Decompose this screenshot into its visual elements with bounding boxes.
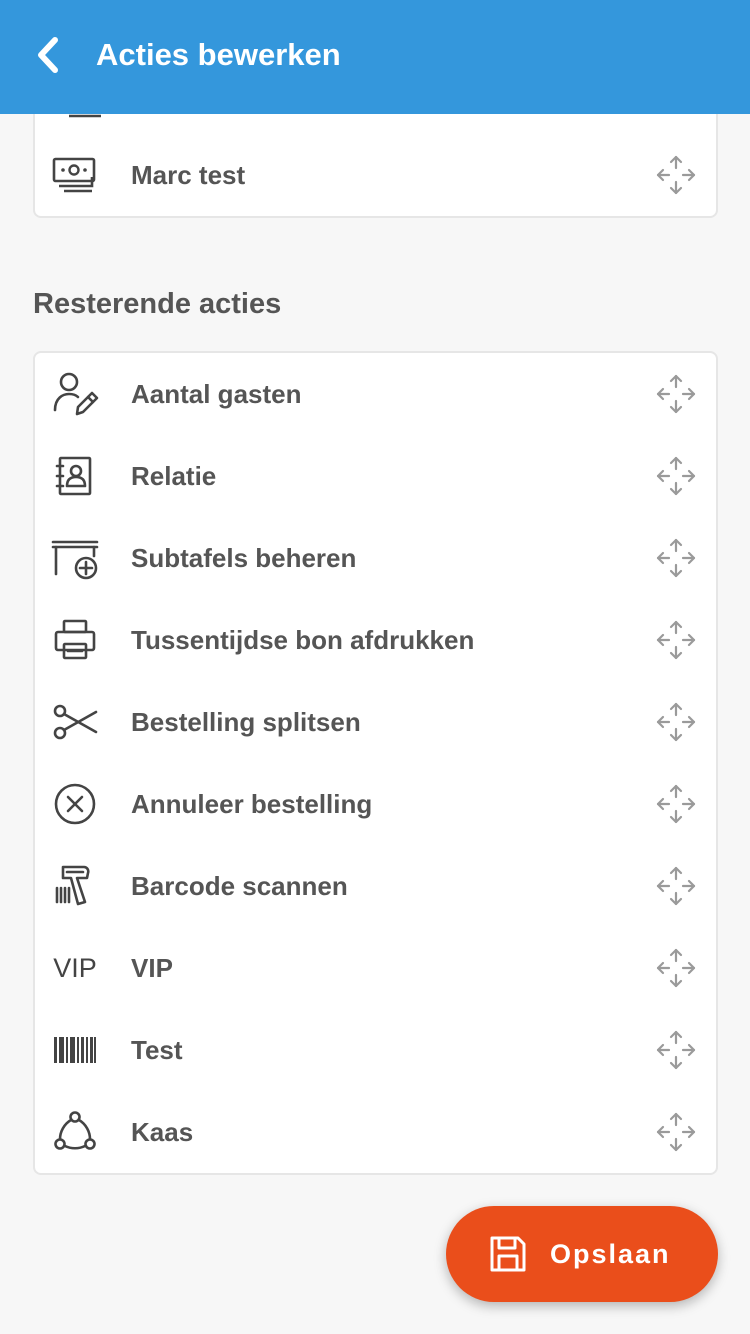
move-arrows-icon[interactable] (655, 619, 697, 661)
barcode-icon (51, 1026, 99, 1074)
list-item[interactable]: Subtafels beheren (35, 517, 716, 599)
list-item-label: Marc test (131, 160, 246, 190)
list-item-label: Tussentijdse bon afdrukken (131, 625, 475, 655)
list-item-label: Aantal gasten (131, 379, 302, 409)
list-item[interactable]: Kaas (35, 1091, 716, 1173)
top-app-bar: Acties bewerken (0, 0, 750, 114)
contact-book-icon (51, 452, 99, 500)
floppy-disk-icon (490, 1236, 526, 1272)
list-item[interactable]: Barcode scannen (35, 845, 716, 927)
move-arrows-icon[interactable] (655, 154, 697, 196)
move-arrows-icon[interactable] (655, 537, 697, 579)
list-item-label: Test (131, 1035, 183, 1065)
list-item[interactable]: Aantal gasten (35, 353, 716, 435)
save-button[interactable]: Opslaan (446, 1206, 718, 1302)
move-arrows-icon[interactable] (655, 783, 697, 825)
list-item-label: VIP (131, 953, 173, 983)
list-item[interactable]: VIP VIP (35, 927, 716, 1009)
list-item-label: Relatie (131, 461, 217, 491)
user-edit-icon (51, 370, 99, 418)
list-item-label: Barcode scannen (131, 871, 348, 901)
cancel-circle-icon (51, 780, 99, 828)
list-item-label: Kaas (131, 1117, 194, 1147)
move-arrows-icon[interactable] (655, 1111, 697, 1153)
move-arrows-icon[interactable] (655, 455, 697, 497)
list-item[interactable]: Tussentijdse bon afdrukken (35, 599, 716, 681)
move-arrows-icon[interactable] (655, 1029, 697, 1071)
list-item-label: Annuleer bestelling (131, 789, 373, 819)
barcode-scanner-icon (51, 862, 99, 910)
section-title-remaining: Resterende acties (33, 288, 282, 320)
remaining-actions-list: Aantal gasten Relatie Subtafels beheren … (33, 351, 718, 1175)
chevron-left-icon (38, 37, 58, 73)
list-item[interactable]: Marc test (35, 134, 716, 216)
vip-icon: VIP (53, 952, 97, 983)
edit-actions-screen: Acties bewerken Marc test Resterende act… (0, 0, 750, 1334)
list-item-label: Subtafels beheren (131, 543, 357, 573)
move-arrows-icon[interactable] (655, 373, 697, 415)
move-arrows-icon[interactable] (655, 865, 697, 907)
list-item[interactable]: Test (35, 1009, 716, 1091)
move-arrows-icon[interactable] (655, 947, 697, 989)
list-item[interactable]: Bestelling splitsen (35, 681, 716, 763)
back-button[interactable] (18, 22, 78, 88)
list-item-label: Bestelling splitsen (131, 707, 361, 737)
network-icon (51, 1108, 99, 1156)
printer-icon (51, 616, 99, 664)
scissors-icon (51, 698, 99, 746)
list-item[interactable]: Annuleer bestelling (35, 763, 716, 845)
move-arrows-icon[interactable] (655, 701, 697, 743)
list-item[interactable]: Relatie (35, 435, 716, 517)
table-add-icon (51, 534, 99, 582)
page-title: Acties bewerken (96, 37, 341, 72)
save-button-label: Opslaan (550, 1239, 671, 1269)
cash-icon (51, 151, 99, 199)
